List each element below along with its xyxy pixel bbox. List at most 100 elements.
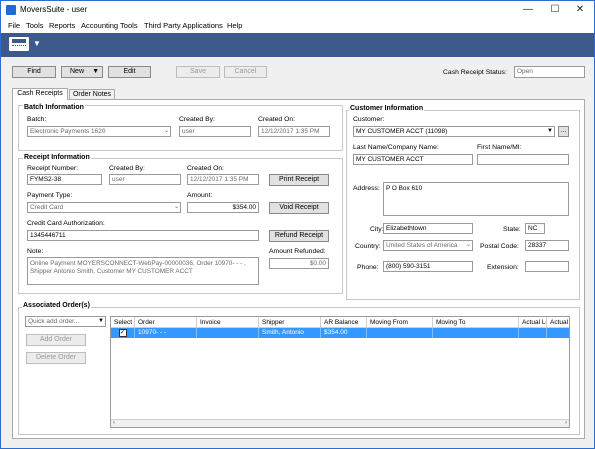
row-order-cell[interactable]: 10970- - - — [135, 328, 197, 338]
row-select-cell[interactable]: ✓ — [111, 328, 135, 338]
col-header-actual-load[interactable]: Actual Load — [519, 317, 547, 328]
note-textarea[interactable]: Online Payment MOYERSCONNECT-WebPay-0000… — [27, 257, 259, 285]
col-header-moving-to[interactable]: Moving To — [433, 317, 519, 328]
menu-third-party-applications[interactable]: Third Party Applications — [144, 21, 223, 30]
cash-receipts-panel: Batch Information Batch: Electronic Paym… — [12, 99, 585, 439]
close-button[interactable]: ✕ — [567, 3, 593, 17]
receipt-number-label: Receipt Number: — [27, 165, 78, 172]
quick-add-order-select[interactable]: Quick add order... ▼ — [25, 316, 106, 327]
row-actual-load-cell[interactable] — [519, 328, 547, 338]
receipt-created-by-label: Created By: — [109, 165, 145, 172]
title-bar: MoversSuite - user — ☐ ✕ — [1, 1, 594, 19]
col-header-invoice[interactable]: Invoice — [197, 317, 259, 328]
menu-help[interactable]: Help — [227, 21, 242, 30]
receipt-number-field[interactable]: FYMS2-38 — [27, 174, 102, 185]
new-button[interactable]: New ▼ — [61, 66, 103, 78]
orders-heading: Associated Order(s) — [22, 302, 91, 309]
cancel-button[interactable]: Cancel — [224, 66, 267, 78]
horizontal-scrollbar[interactable]: ‹ › — [111, 419, 569, 427]
customer-select[interactable]: MY CUSTOMER ACCT (11098) ▼ — [353, 126, 555, 137]
main-window: MoversSuite - user — ☐ ✕ File Tools Repo… — [0, 0, 595, 449]
col-header-actual[interactable]: Actual — [547, 317, 569, 328]
receipt-created-on-label: Created On: — [187, 165, 225, 172]
customer-label: Customer: — [353, 116, 385, 123]
row-moving-to-cell[interactable] — [433, 328, 519, 338]
maximize-button[interactable]: ☐ — [542, 3, 568, 17]
amount-field[interactable]: $354.00 — [187, 202, 259, 213]
customer-value: MY CUSTOMER ACCT (11098) — [356, 128, 448, 135]
col-header-shipper[interactable]: Shipper — [259, 317, 321, 328]
menu-reports[interactable]: Reports — [49, 21, 75, 30]
new-button-label: New — [70, 68, 85, 75]
amount-refunded-label: Amount Refunded: — [269, 248, 326, 255]
receipt-created-by-field: user — [109, 174, 181, 185]
phone-field[interactable]: (800) 590-3151 — [383, 261, 473, 272]
moverssuite-app-icon — [6, 5, 16, 15]
firstname-field[interactable] — [477, 154, 569, 165]
save-button[interactable]: Save — [176, 66, 220, 78]
chevron-down-icon: ⌄ — [465, 242, 471, 248]
cash-register-icon[interactable] — [9, 37, 29, 51]
menu-tools[interactable]: Tools — [26, 21, 44, 30]
row-actual-cell[interactable] — [547, 328, 569, 338]
chevron-down-icon: ▼ — [98, 318, 104, 324]
batch-created-by-label: Created By: — [179, 116, 215, 123]
postal-code-field[interactable]: 28337 — [525, 240, 569, 251]
row-shipper-cell[interactable]: Smith, Antonio — [259, 328, 321, 338]
menu-accounting-tools[interactable]: Accounting Tools — [81, 21, 138, 30]
lastname-field[interactable]: MY CUSTOMER ACCT — [353, 154, 473, 165]
chevron-down-icon: ⌄ — [173, 204, 179, 210]
col-header-ar-balance[interactable]: AR Balance — [321, 317, 367, 328]
select-checkbox[interactable]: ✓ — [118, 329, 127, 337]
void-receipt-button[interactable]: Void Receipt — [269, 202, 329, 214]
country-label: Country: — [355, 243, 381, 250]
refund-receipt-button[interactable]: Refund Receipt — [269, 230, 329, 242]
chevron-down-icon: ⌄ — [163, 128, 169, 134]
state-field[interactable]: NC — [525, 223, 545, 234]
row-invoice-cell[interactable] — [197, 328, 259, 338]
find-button[interactable]: Find — [12, 66, 56, 78]
batch-label: Batch: — [27, 116, 47, 123]
menu-file[interactable]: File — [8, 21, 20, 30]
status-field: Open — [514, 66, 585, 78]
customer-more-button[interactable]: ... — [558, 126, 569, 137]
country-select[interactable]: United States of America ⌄ — [383, 240, 473, 251]
print-receipt-button[interactable]: Print Receipt — [269, 174, 329, 186]
add-order-button[interactable]: Add Order — [26, 334, 86, 346]
chevron-down-icon[interactable]: ▼ — [33, 39, 41, 48]
window-title: MoversSuite - user — [20, 5, 88, 14]
row-ar-balance-cell[interactable]: $354.00 — [321, 328, 367, 338]
tab-cash-receipts[interactable]: Cash Receipts — [12, 88, 68, 100]
receipt-created-on-field: 12/12/2017 1:35 PM — [187, 174, 259, 185]
address-field[interactable]: P O Box 610 — [383, 182, 569, 216]
toolbar: ▼ — [1, 33, 594, 57]
amount-refunded-field: $0.00 — [269, 258, 329, 269]
extension-label: Extension: — [487, 264, 519, 271]
country-value: United States of America — [386, 242, 458, 249]
row-moving-from-cell[interactable] — [367, 328, 433, 338]
cc-auth-field[interactable]: 1345446711 — [27, 230, 259, 241]
orders-grid: Select Order Invoice Shipper AR Balance … — [110, 316, 570, 428]
lastname-label: Last Name/Company Name: — [353, 144, 439, 151]
edit-button[interactable]: Edit — [108, 66, 151, 78]
phone-label: Phone: — [357, 264, 379, 271]
batch-created-by-field: user — [179, 126, 251, 137]
chevron-down-icon: ▼ — [547, 128, 553, 134]
amount-label: Amount: — [187, 192, 213, 199]
state-label: State: — [503, 226, 521, 233]
cc-auth-label: Credit Card Authorization: — [27, 220, 105, 227]
scroll-right-icon[interactable]: › — [565, 420, 567, 426]
payment-type-select[interactable]: Credit Card ⌄ — [27, 202, 181, 213]
col-header-select[interactable]: Select — [111, 317, 135, 328]
city-field[interactable]: Elizabethtown — [383, 223, 473, 234]
batch-select[interactable]: Electronic Payments 1620 ⌄ — [27, 126, 171, 137]
col-header-moving-from[interactable]: Moving From — [367, 317, 433, 328]
chevron-down-icon: ▼ — [92, 68, 99, 75]
scroll-left-icon[interactable]: ‹ — [113, 420, 115, 426]
extension-field[interactable] — [525, 261, 569, 272]
col-header-order[interactable]: Order — [135, 317, 197, 328]
minimize-button[interactable]: — — [515, 3, 541, 17]
payment-type-value: Credit Card — [30, 204, 64, 211]
city-label: City: — [370, 226, 384, 233]
delete-order-button[interactable]: Delete Order — [26, 352, 86, 364]
